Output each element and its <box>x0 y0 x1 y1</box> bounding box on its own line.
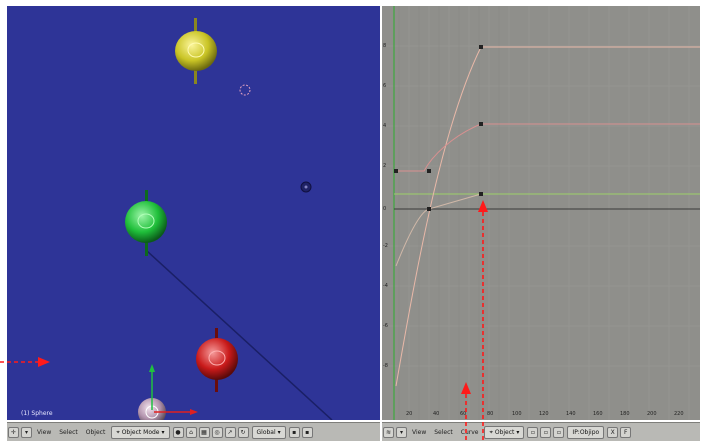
viewport-header: ✛ ▾ View Select Object ⌖ Object Mode ▾ ● ⌂… <box>7 422 380 441</box>
ipo-curve-locy <box>396 123 700 172</box>
menu-view[interactable]: View <box>408 429 430 436</box>
menu-select[interactable]: Select <box>55 429 82 436</box>
ipo-graph[interactable] <box>382 6 700 420</box>
menu-object[interactable]: Object <box>82 429 110 436</box>
menu-curve[interactable]: Curve <box>457 429 483 436</box>
teapot-red[interactable] <box>196 328 238 392</box>
manipulator-icon[interactable]: ↗ <box>224 426 236 438</box>
path-line <box>146 250 333 420</box>
ipo-header: ≋ ▾ View Select Curve ⌖ Object ▾ ▫ ▫ ▫ IP:… <box>382 422 700 441</box>
3d-viewport[interactable]: (1) Sphere <box>7 6 380 420</box>
ipo-x-ticks: 20 40 60 80 100 120 140 160 180 200 220 <box>406 411 684 417</box>
chevron-down-icon: ▾ <box>516 428 520 436</box>
draw-type-icon[interactable]: ● <box>172 426 184 438</box>
paste-icon[interactable]: ▫ <box>553 426 565 438</box>
rotate-icon[interactable]: ↻ <box>237 426 249 438</box>
ipo-curve-locz <box>395 46 700 387</box>
menu-select[interactable]: Select <box>430 429 457 436</box>
chevron-down-icon: ▾ <box>161 428 165 436</box>
editor-type-icon[interactable]: ≋ <box>383 426 394 438</box>
lock-icon[interactable]: ▪ <box>301 426 313 438</box>
lamp-center-icon[interactable] <box>300 181 312 193</box>
mode-icon: ⌖ <box>116 428 120 436</box>
viewport-scene <box>125 18 333 420</box>
teapot-yellow[interactable] <box>175 18 217 84</box>
collapse-icon[interactable]: ▾ <box>21 426 32 438</box>
close-icon[interactable]: X <box>607 426 619 438</box>
copy-icon[interactable]: ▫ <box>540 426 552 438</box>
empty-target-icon[interactable] <box>239 84 251 96</box>
orientation-dropdown[interactable]: Global ▾ <box>251 425 286 439</box>
object-name-label: (1) Sphere <box>21 410 53 417</box>
grid-icon[interactable]: ▦ <box>198 426 210 438</box>
collapse-icon[interactable]: ▾ <box>396 426 407 438</box>
teapot-green[interactable] <box>125 190 167 256</box>
object-icon: ⌖ <box>489 428 493 436</box>
ipo-curve-editor[interactable]: 8 6 4 2 0 -2 -4 -6 -8 20 40 60 80 100 12… <box>382 6 700 420</box>
ipo-y-ticks: 8 6 4 2 0 -2 -4 -6 -8 <box>383 43 388 369</box>
fake-user-icon[interactable]: F <box>620 426 632 438</box>
chevron-down-icon: ▾ <box>277 428 281 436</box>
layer-icon[interactable]: ▪ <box>288 426 300 438</box>
ipo-block-field[interactable]: IP:Objipo <box>567 425 605 439</box>
ipo-grid <box>382 6 700 420</box>
ipo-type-dropdown[interactable]: ⌖ Object ▾ <box>484 425 525 439</box>
ipo-keyframes <box>394 45 483 211</box>
editor-type-icon[interactable]: ✛ <box>8 426 19 438</box>
menu-view[interactable]: View <box>33 429 55 436</box>
pivot-icon[interactable]: ◎ <box>211 426 223 438</box>
pin-icon[interactable]: ▫ <box>527 426 539 438</box>
mode-dropdown[interactable]: ⌖ Object Mode ▾ <box>111 425 170 439</box>
home-icon[interactable]: ⌂ <box>185 426 197 438</box>
